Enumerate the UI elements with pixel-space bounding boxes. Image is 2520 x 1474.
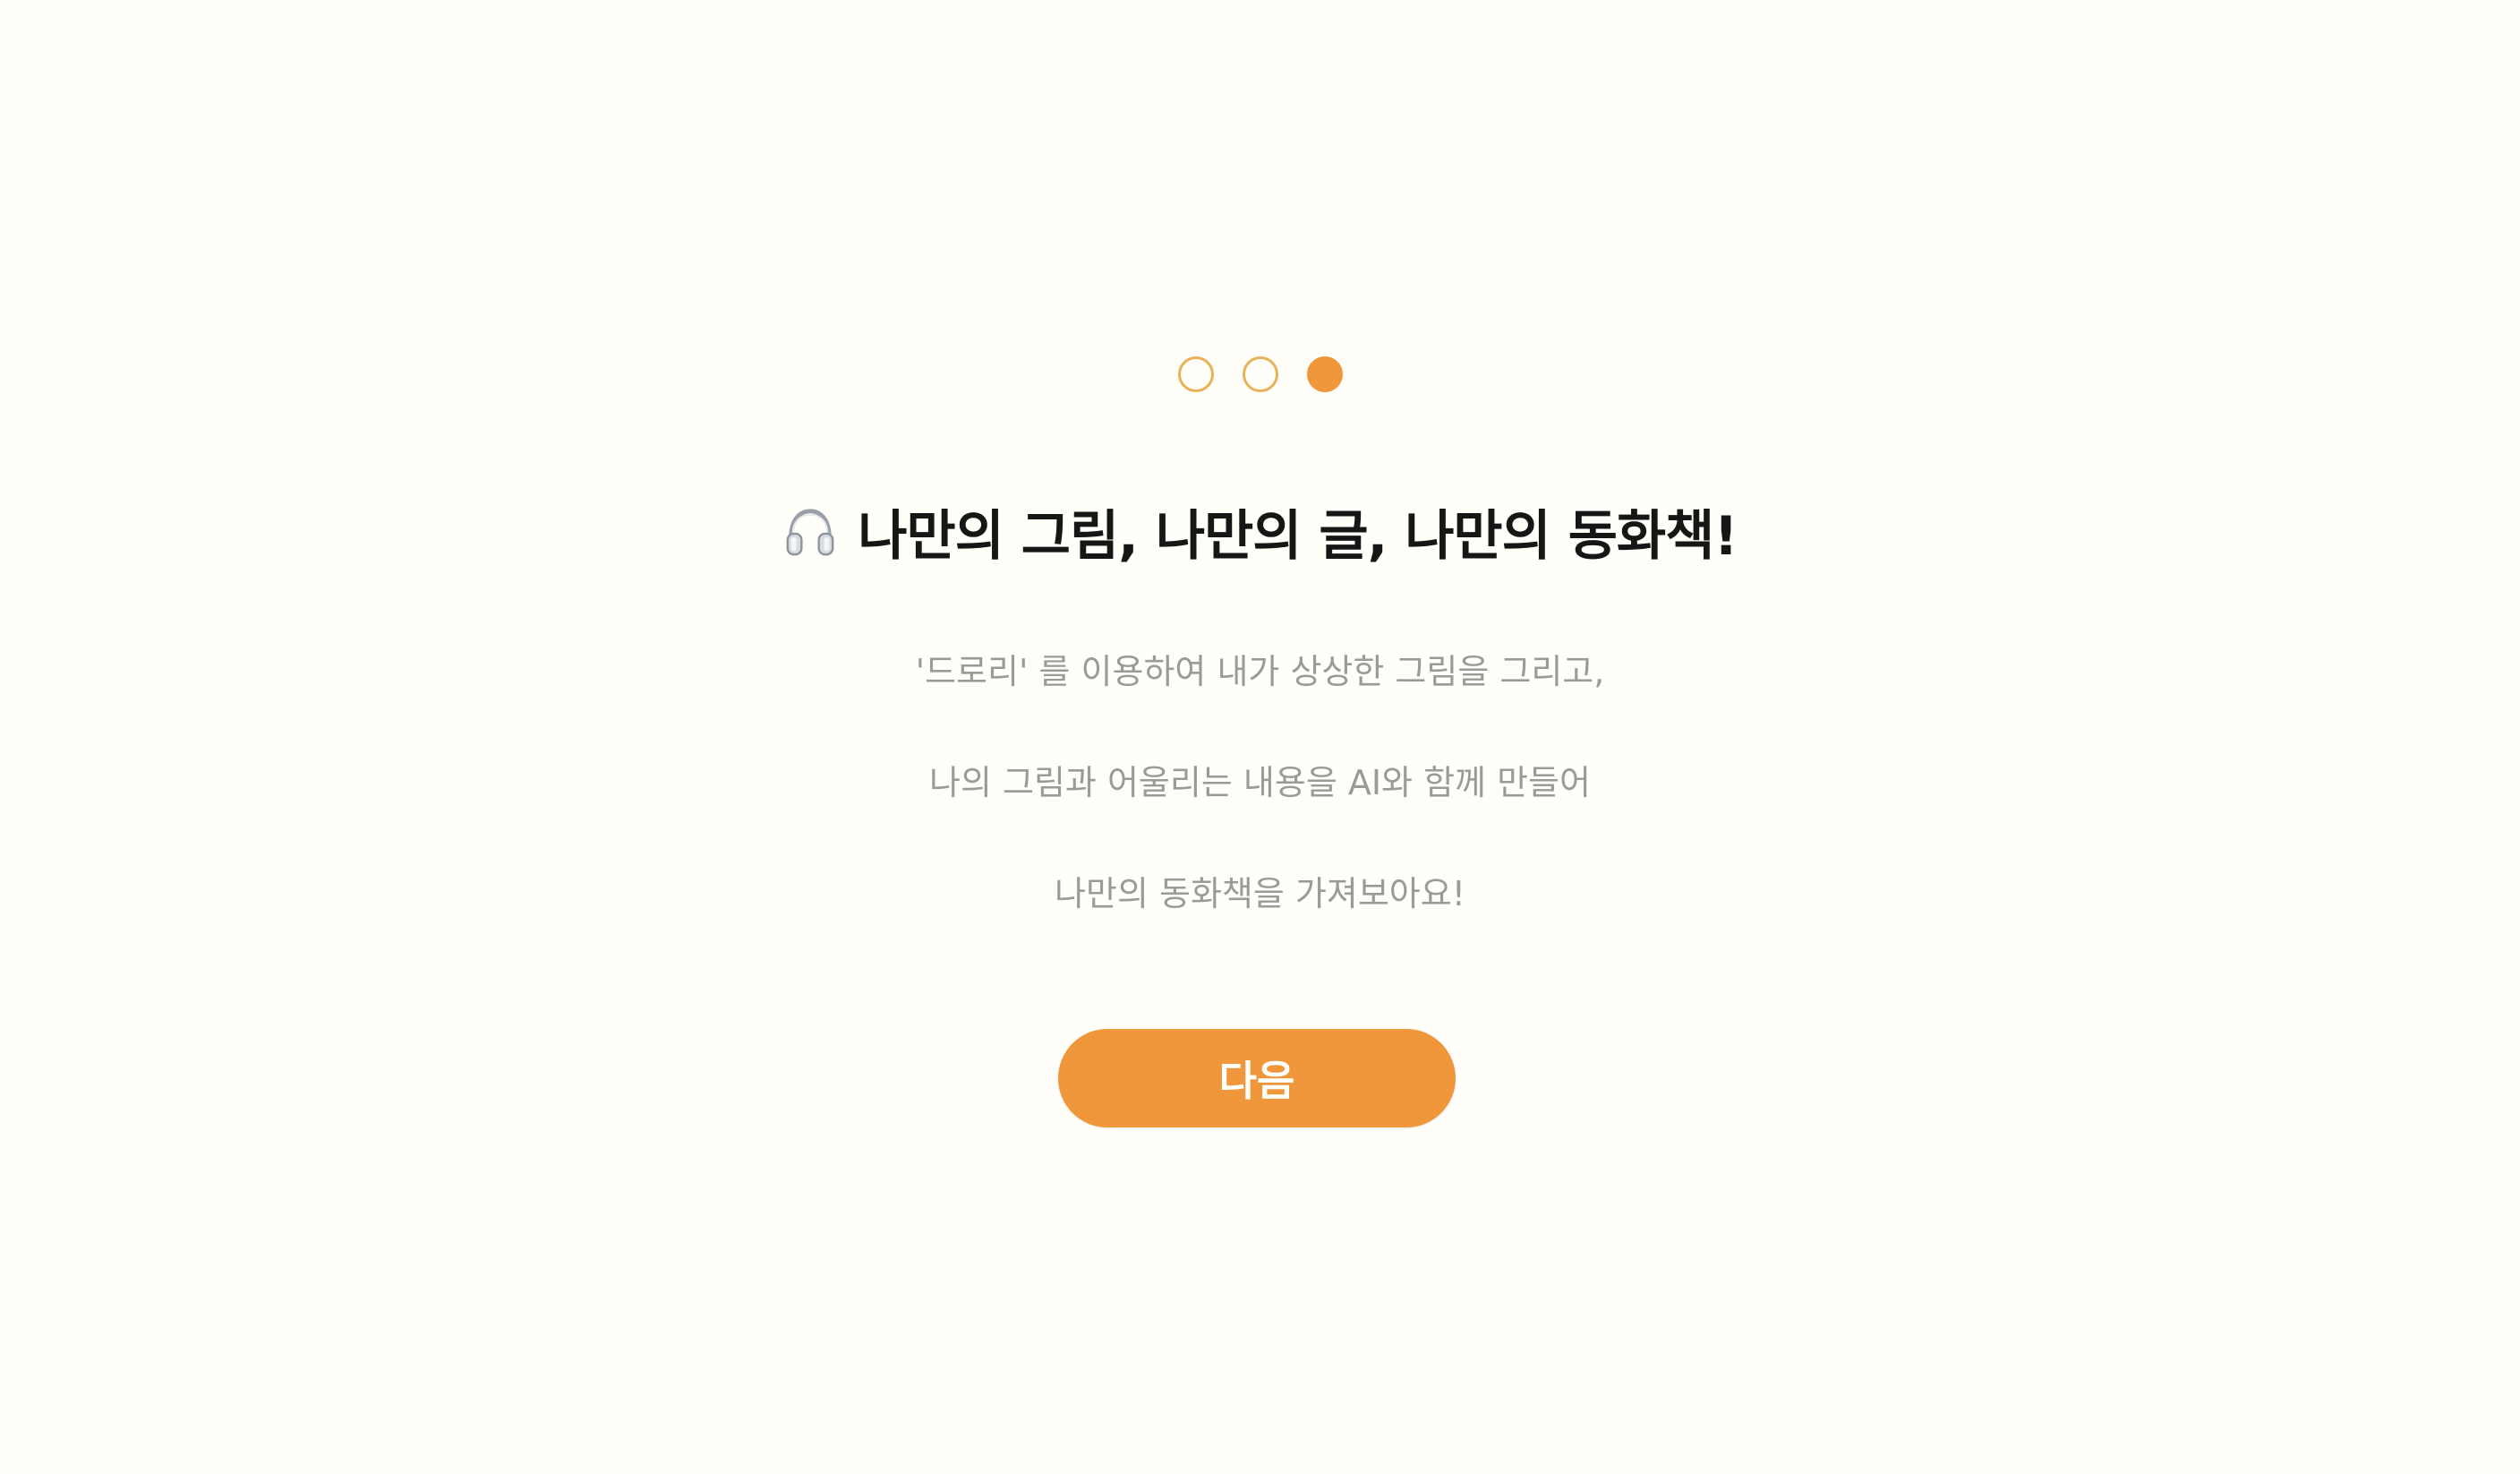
page-indicator-dot-3-active[interactable] <box>1306 356 1343 392</box>
title-text: 나만의 그림, 나만의 글, 나만의 동화책! <box>858 505 1738 568</box>
page-indicator-dot-1[interactable] <box>1177 356 1214 392</box>
page-indicator-dot-2[interactable] <box>1242 356 1278 392</box>
next-button[interactable]: 다음 <box>1058 1029 1456 1127</box>
description-line-3: 나만의 동화책을 가져보아요! <box>1055 874 1465 913</box>
page-title: 나만의 그림, 나만의 글, 나만의 동화책! <box>0 493 2520 570</box>
headphones-icon <box>782 504 838 560</box>
page-indicator <box>0 356 2520 392</box>
description-line-2: 나의 그림과 어울리는 내용을 AI와 함께 만들어 <box>929 763 1591 802</box>
onboarding-screen: 나만의 그림, 나만의 글, 나만의 동화책! '드로리' 를 이용하여 내가 … <box>0 0 2520 1474</box>
description-line-1: '드로리' 를 이용하여 내가 상상한 그림을 그리고, <box>915 652 1605 691</box>
